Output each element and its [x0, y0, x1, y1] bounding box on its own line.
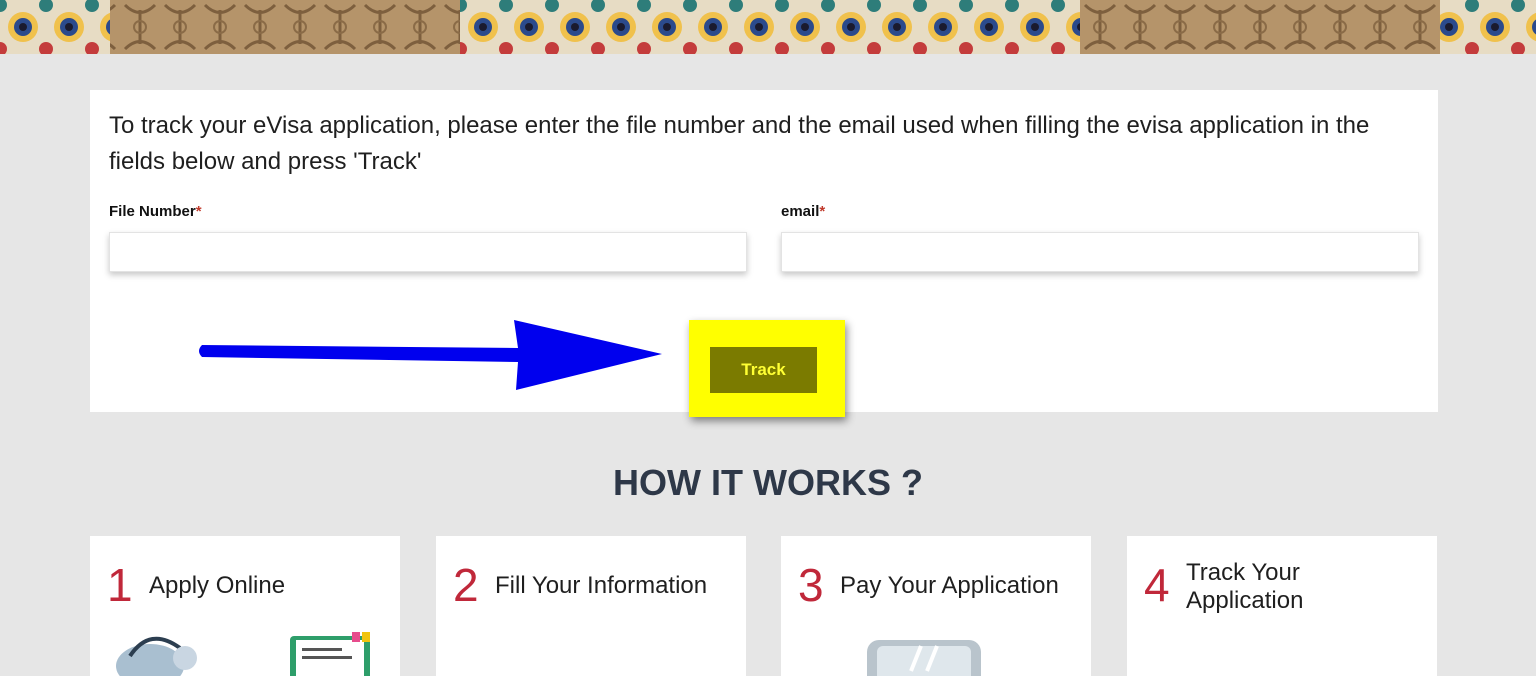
- step-card-fill-information: 2 Fill Your Information: [436, 536, 746, 676]
- step-title: Apply Online: [149, 572, 286, 599]
- step-number: 2: [453, 559, 479, 611]
- step-title: Fill Your Information: [495, 572, 708, 599]
- step-number: 1: [107, 559, 133, 611]
- apply-online-illustration-icon: [116, 632, 370, 676]
- step-number: 3: [798, 559, 824, 611]
- email-label: email*: [781, 203, 825, 220]
- file-number-label-text: File Number: [109, 203, 196, 220]
- required-asterisk: *: [819, 203, 826, 220]
- mosaic-banner: [0, 0, 1536, 54]
- step-card-apply-online: 1 Apply Online: [90, 536, 400, 676]
- blue-pointer-arrow-icon: [199, 320, 662, 390]
- step-number: 4: [1144, 559, 1170, 611]
- payment-terminal-illustration-icon: [867, 640, 981, 676]
- step-card-pay-application: 3 Pay Your Application: [781, 536, 1091, 676]
- track-instructions: To track your eVisa application, please …: [109, 112, 1370, 175]
- email-input[interactable]: [781, 232, 1419, 272]
- track-button[interactable]: Track: [710, 347, 817, 393]
- required-asterisk: *: [195, 203, 202, 220]
- file-number-label: File Number*: [109, 203, 202, 220]
- track-button-highlight: Track: [689, 320, 845, 417]
- file-number-input[interactable]: [109, 232, 747, 272]
- track-form-card: To track your eVisa application, please …: [90, 90, 1438, 417]
- step-title: Track Your Application: [1186, 559, 1304, 614]
- step-title: Pay Your Application: [840, 572, 1059, 599]
- step-card-track-application: 4 Track Your Application: [1127, 536, 1437, 676]
- how-it-works-title: HOW IT WORKS ?: [613, 462, 923, 503]
- email-label-text: email: [781, 203, 820, 220]
